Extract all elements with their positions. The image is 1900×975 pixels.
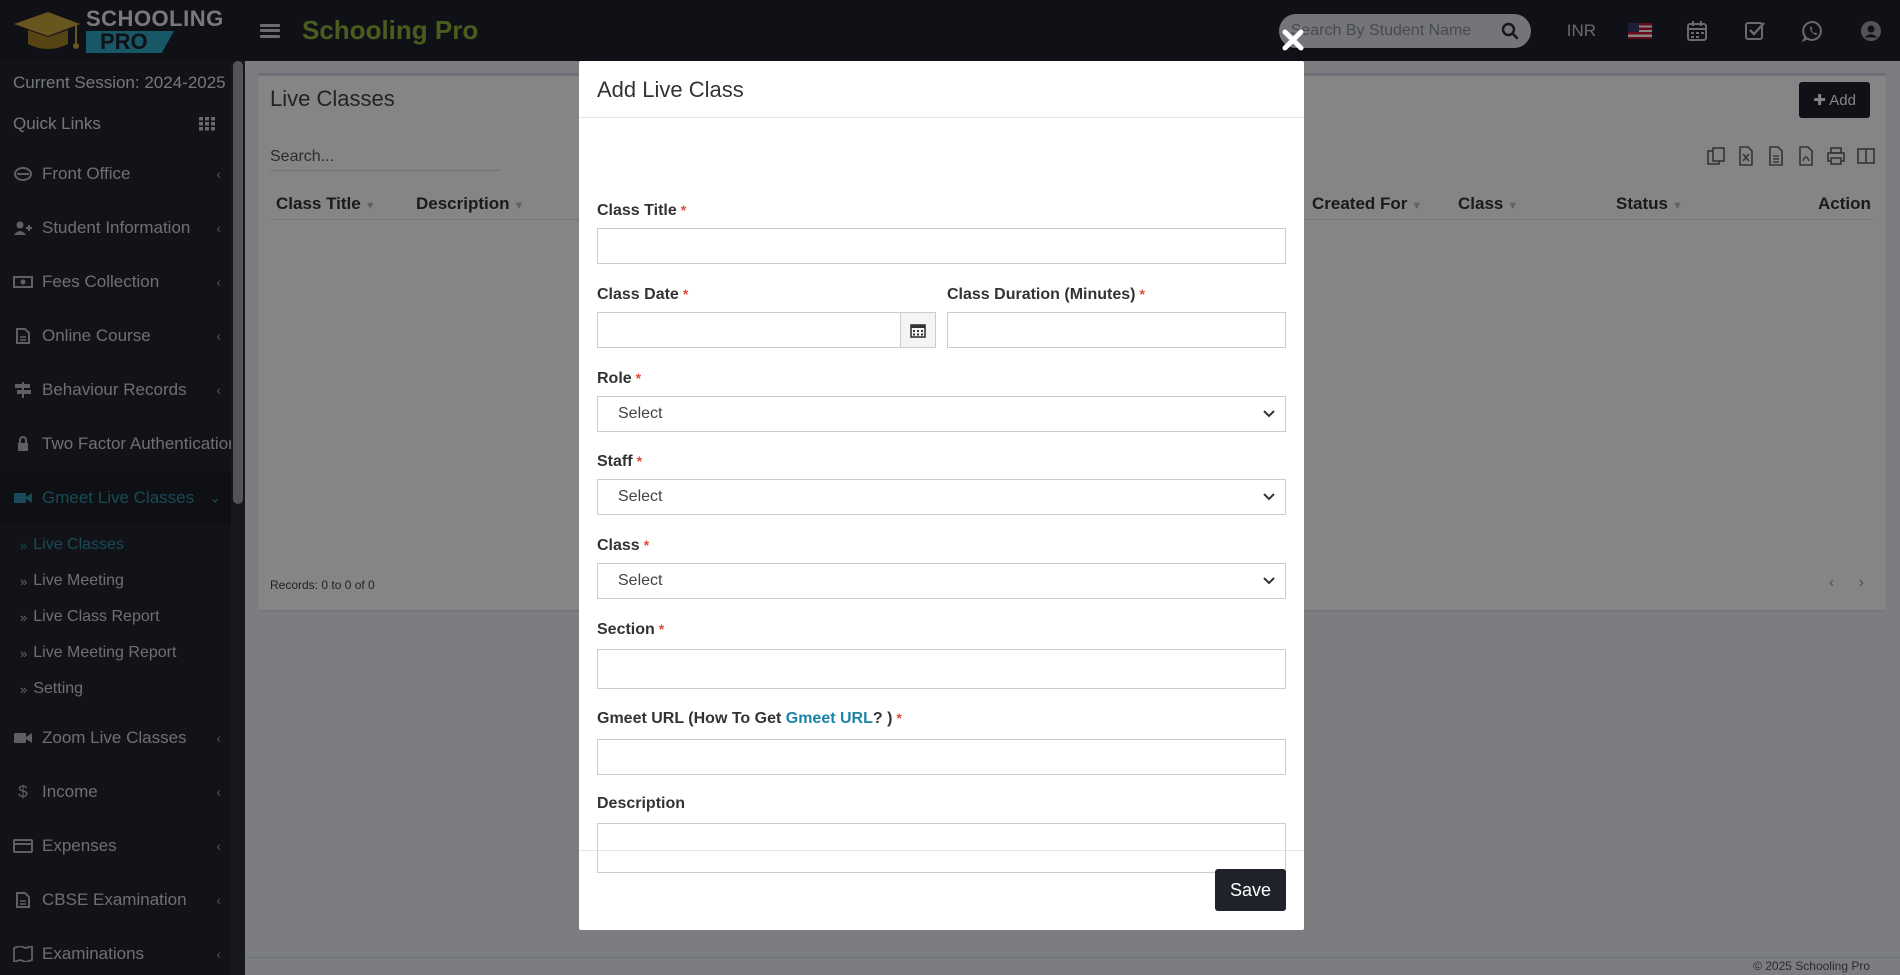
gmeet-url-help-link[interactable]: Gmeet URL [786,710,873,727]
class-label: Class * [597,537,650,554]
chevron-down-icon [1263,493,1275,501]
calendar-icon [910,324,926,338]
section-label: Section * [597,621,665,638]
class-select-value: Select [618,572,663,589]
chevron-down-icon [1263,410,1275,418]
class-duration-label: Class Duration (Minutes) * [947,286,1145,303]
chevron-down-icon [1263,577,1275,585]
class-date-label: Class Date * [597,286,689,303]
role-label: Role * [597,370,642,387]
description-label: Description [597,795,686,812]
add-live-class-modal: Add Live Class Class Title * Class Date * … [579,61,1304,930]
modal-footer: Save [579,850,1304,930]
staff-select[interactable]: Select [597,479,1286,515]
save-button[interactable]: Save [1215,869,1286,911]
gmeet-url-input[interactable] [597,739,1286,775]
class-date-input[interactable] [597,312,901,348]
modal-title: Add Live Class [597,77,744,102]
modal-header: Add Live Class [579,61,1304,118]
gmeet-url-label: Gmeet URL (How To Get Gmeet URL? ) * [597,710,902,727]
section-input[interactable] [597,649,1286,689]
staff-label: Staff * [597,453,643,470]
role-select-value: Select [618,405,663,422]
class-title-input[interactable] [597,228,1286,264]
class-duration-input[interactable] [947,312,1286,348]
close-icon[interactable] [1280,27,1306,53]
class-select[interactable]: Select [597,563,1286,599]
class-title-label: Class Title * [597,202,687,219]
role-select[interactable]: Select [597,396,1286,432]
date-picker-button[interactable] [901,312,936,348]
staff-select-value: Select [618,488,663,505]
